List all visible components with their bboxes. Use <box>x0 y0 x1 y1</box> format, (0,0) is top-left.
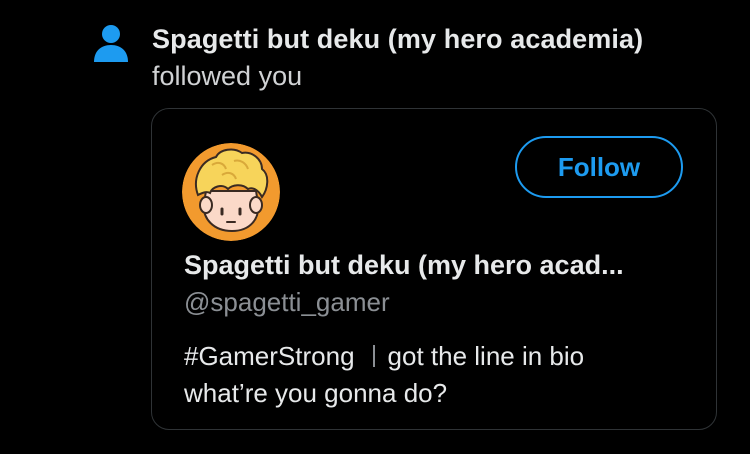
bio-line2-text: what’re you gonna do? <box>184 378 448 408</box>
avatar[interactable] <box>182 143 280 241</box>
follow-button[interactable]: Follow <box>515 136 683 198</box>
notification-user-name[interactable]: Spagetti but deku (my hero academia) <box>152 24 643 55</box>
bio-line1-text: got the line in bio <box>387 341 585 371</box>
bio-hashtag[interactable]: #GamerStrong <box>184 341 355 371</box>
notification-action-text: followed you <box>152 61 303 91</box>
bio-separator <box>372 345 375 367</box>
card-bio: #GamerStrong got the line in bio what’re … <box>184 338 694 412</box>
user-card[interactable]: Follow Spagetti but deku (my hero acad..… <box>151 108 717 430</box>
person-icon <box>92 24 130 64</box>
card-handle[interactable]: @spagetti_gamer <box>184 287 390 318</box>
card-display-name[interactable]: Spagetti but deku (my hero acad... <box>184 250 684 281</box>
